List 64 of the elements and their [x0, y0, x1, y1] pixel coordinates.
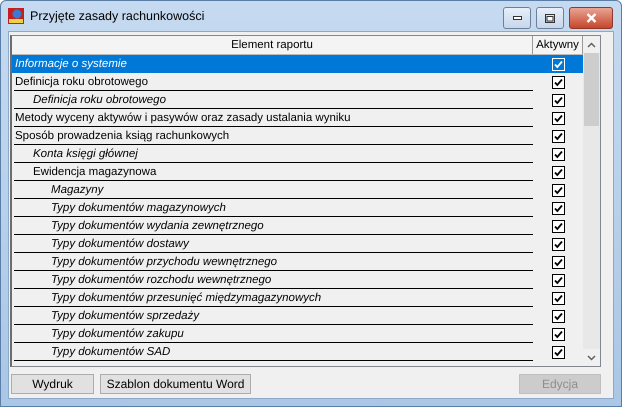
scrollbar-thumb[interactable]	[584, 53, 599, 126]
checkbox[interactable]	[552, 238, 564, 250]
minimize-button[interactable]	[503, 7, 531, 29]
row-label: Typy dokumentów zakupu	[51, 328, 184, 340]
checkbox[interactable]	[552, 148, 564, 160]
maximize-button[interactable]	[536, 7, 564, 29]
tree-row[interactable]: Konta księgi głównej	[12, 145, 583, 163]
tree-row[interactable]: Typy dokumentów wydania zewnętrznego	[12, 217, 583, 235]
row-label: Typy dokumentów przychodu wewnętrznego	[51, 256, 278, 268]
row-label: Typy dokumentów rozchodu wewnętrznego	[51, 274, 272, 286]
maximize-icon	[545, 14, 555, 22]
row-label: Ewidencja magazynowa	[33, 166, 156, 178]
row-label: Metody wyceny aktywów i pasywów oraz zasady ustalania wyniku	[15, 112, 351, 124]
action-button[interactable]: Szablon dokumentu Word	[100, 374, 251, 394]
checkbox[interactable]	[552, 94, 564, 106]
checkbox[interactable]	[552, 130, 564, 142]
column-header[interactable]: Element raportu	[12, 36, 533, 54]
row-label: Typy dokumentów wydania zewnętrznego	[51, 220, 264, 232]
checkbox[interactable]	[552, 292, 564, 304]
row-label: Magazyny	[51, 184, 104, 196]
action-button[interactable]: Wydruk	[11, 374, 94, 394]
window-title: Przyjęte zasady rachunkowości	[30, 9, 206, 23]
tree-row[interactable]: Typy dokumentów przychodu wewnętrznego	[12, 253, 583, 271]
tree-row[interactable]: Typy dokumentów przesunięć międzymagazynowych	[12, 289, 583, 307]
tree-row[interactable]: Definicja roku obrotowego	[12, 91, 583, 109]
close-button[interactable]	[569, 7, 613, 29]
tree-row[interactable]: Sposób prowadzenia ksiąg rachunkowych	[12, 127, 583, 145]
row-label: Typy dokumentów dostawy	[51, 238, 189, 250]
row-label: Typy dokumentów sprzedaży	[51, 310, 200, 322]
scroll-up-icon[interactable]	[587, 42, 596, 48]
checkbox[interactable]	[552, 184, 564, 196]
checkbox[interactable]	[552, 328, 564, 340]
tree-row[interactable]: Informacje o systemie	[12, 55, 583, 73]
row-label: Definicja roku obrotowego	[15, 76, 148, 88]
row-label: Konta księgi głównej	[33, 148, 138, 160]
row-label: Typy dokumentów SAD	[51, 346, 170, 358]
checkbox[interactable]	[552, 310, 564, 322]
checkbox[interactable]	[552, 76, 564, 88]
checkbox[interactable]	[552, 220, 564, 232]
tree-row[interactable]: Typy dokumentów sprzedaży	[12, 307, 583, 325]
checkbox[interactable]	[552, 166, 564, 178]
tree-row[interactable]: Ewidencja magazynowa	[12, 163, 583, 181]
close-icon	[586, 13, 596, 23]
app-icon	[8, 8, 24, 24]
checkbox[interactable]	[552, 346, 564, 358]
row-label: Sposób prowadzenia ksiąg rachunkowych	[15, 130, 230, 142]
tree-row[interactable]: Typy dokumentów dostawy	[12, 235, 583, 253]
tree-row[interactable]: Metody wyceny aktywów i pasywów oraz zasady ustalania wyniku	[12, 109, 583, 127]
tree-row[interactable]: Definicja roku obrotowego	[12, 73, 583, 91]
minimize-icon	[512, 16, 522, 20]
checkbox[interactable]	[552, 202, 564, 214]
tree-row[interactable]: Magazyny	[12, 181, 583, 199]
checkbox[interactable]	[552, 256, 564, 268]
checkbox[interactable]	[552, 112, 564, 124]
scroll-down-icon[interactable]	[587, 354, 596, 360]
row-label: Informacje o systemie	[15, 58, 127, 70]
checkbox[interactable]	[552, 274, 564, 286]
tree-row[interactable]: Typy dokumentów SAD	[12, 343, 583, 361]
row-label: Typy dokumentów magazynowych	[51, 202, 226, 214]
tree-row[interactable]: Typy dokumentów rozchodu wewnętrznego	[12, 271, 583, 289]
tree-row[interactable]: Typy dokumentów zakupu	[12, 325, 583, 343]
tree-row[interactable]: Typy dokumentów magazynowych	[12, 199, 583, 217]
row-label: Typy dokumentów przesunięć międzymagazynowych	[51, 292, 322, 304]
row-label: Definicja roku obrotowego	[33, 94, 166, 106]
